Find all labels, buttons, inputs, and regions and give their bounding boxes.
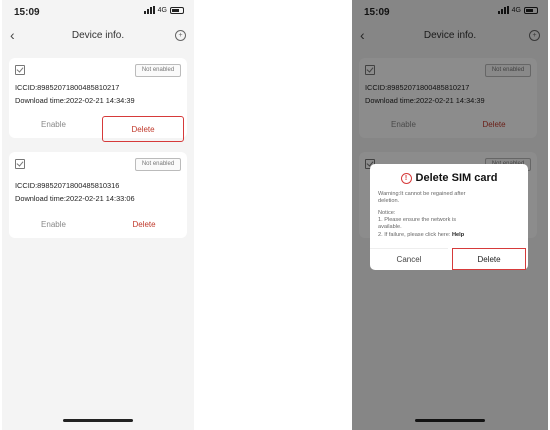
confirm-delete-button[interactable]: Delete — [452, 248, 526, 270]
notice-item-2: 2. If failure, please click here: Help — [378, 232, 522, 239]
iccid-text: ICCID:89852071800485810316 — [15, 181, 120, 190]
status-bar: 15:09 4G — [2, 0, 194, 24]
warning-text-line1: Warning:It cannot be regained after — [378, 191, 466, 197]
device-info-screen-dialog: 15:09 4G ‹ Device info. + Not enabled IC… — [352, 0, 548, 430]
notice-item-1b: available. — [378, 224, 402, 230]
device-info-screen: 15:09 4G ‹ Device info. + Not enabled IC… — [2, 0, 194, 430]
enable-button[interactable]: Enable — [9, 112, 98, 138]
signal-icon — [143, 6, 155, 14]
notice-label: Notice: — [378, 210, 396, 216]
status-badge: Not enabled — [135, 64, 181, 77]
page-title: Device info. — [71, 30, 125, 41]
warning-text-line2: deletion. — [378, 198, 400, 204]
delete-button[interactable]: Delete — [102, 116, 184, 142]
status-badge: Not enabled — [135, 158, 181, 171]
network-label: 4G — [157, 6, 167, 14]
iccid-text: ICCID:89852071800485810217 — [15, 83, 120, 92]
delete-button[interactable]: Delete — [103, 212, 185, 238]
sim-card-2: Not enabled ICCID:89852071800485810316 D… — [9, 152, 187, 238]
notice-item-2-text: 2. If failure, please click here: — [378, 232, 451, 238]
battery-icon — [170, 6, 184, 14]
download-time-text: Download time:2022-02-21 14:34:39 — [15, 96, 135, 105]
help-link[interactable]: Help — [452, 232, 464, 238]
enable-button[interactable]: Enable — [9, 212, 98, 238]
cancel-button[interactable]: Cancel — [370, 248, 448, 271]
warning-icon: ! — [400, 172, 412, 184]
edit-check-icon[interactable] — [15, 159, 25, 169]
nav-bar: ‹ Device info. + — [2, 24, 194, 48]
dialog-header: ! Delete SIM card — [370, 172, 528, 184]
download-time-text: Download time:2022-02-21 14:33:06 — [15, 194, 135, 203]
delete-sim-dialog: ! Delete SIM card Warning:It cannot be r… — [370, 164, 528, 270]
notice-item-1a: 1. Please ensure the network is — [378, 217, 457, 223]
status-time: 15:09 — [14, 7, 40, 18]
add-icon[interactable]: + — [175, 30, 186, 41]
home-indicator — [63, 419, 133, 422]
dialog-title: Delete SIM card — [415, 172, 498, 184]
status-indicators: 4G — [143, 6, 184, 14]
sim-card-1: Not enabled ICCID:89852071800485810217 D… — [9, 58, 187, 142]
edit-check-icon[interactable] — [15, 65, 25, 75]
